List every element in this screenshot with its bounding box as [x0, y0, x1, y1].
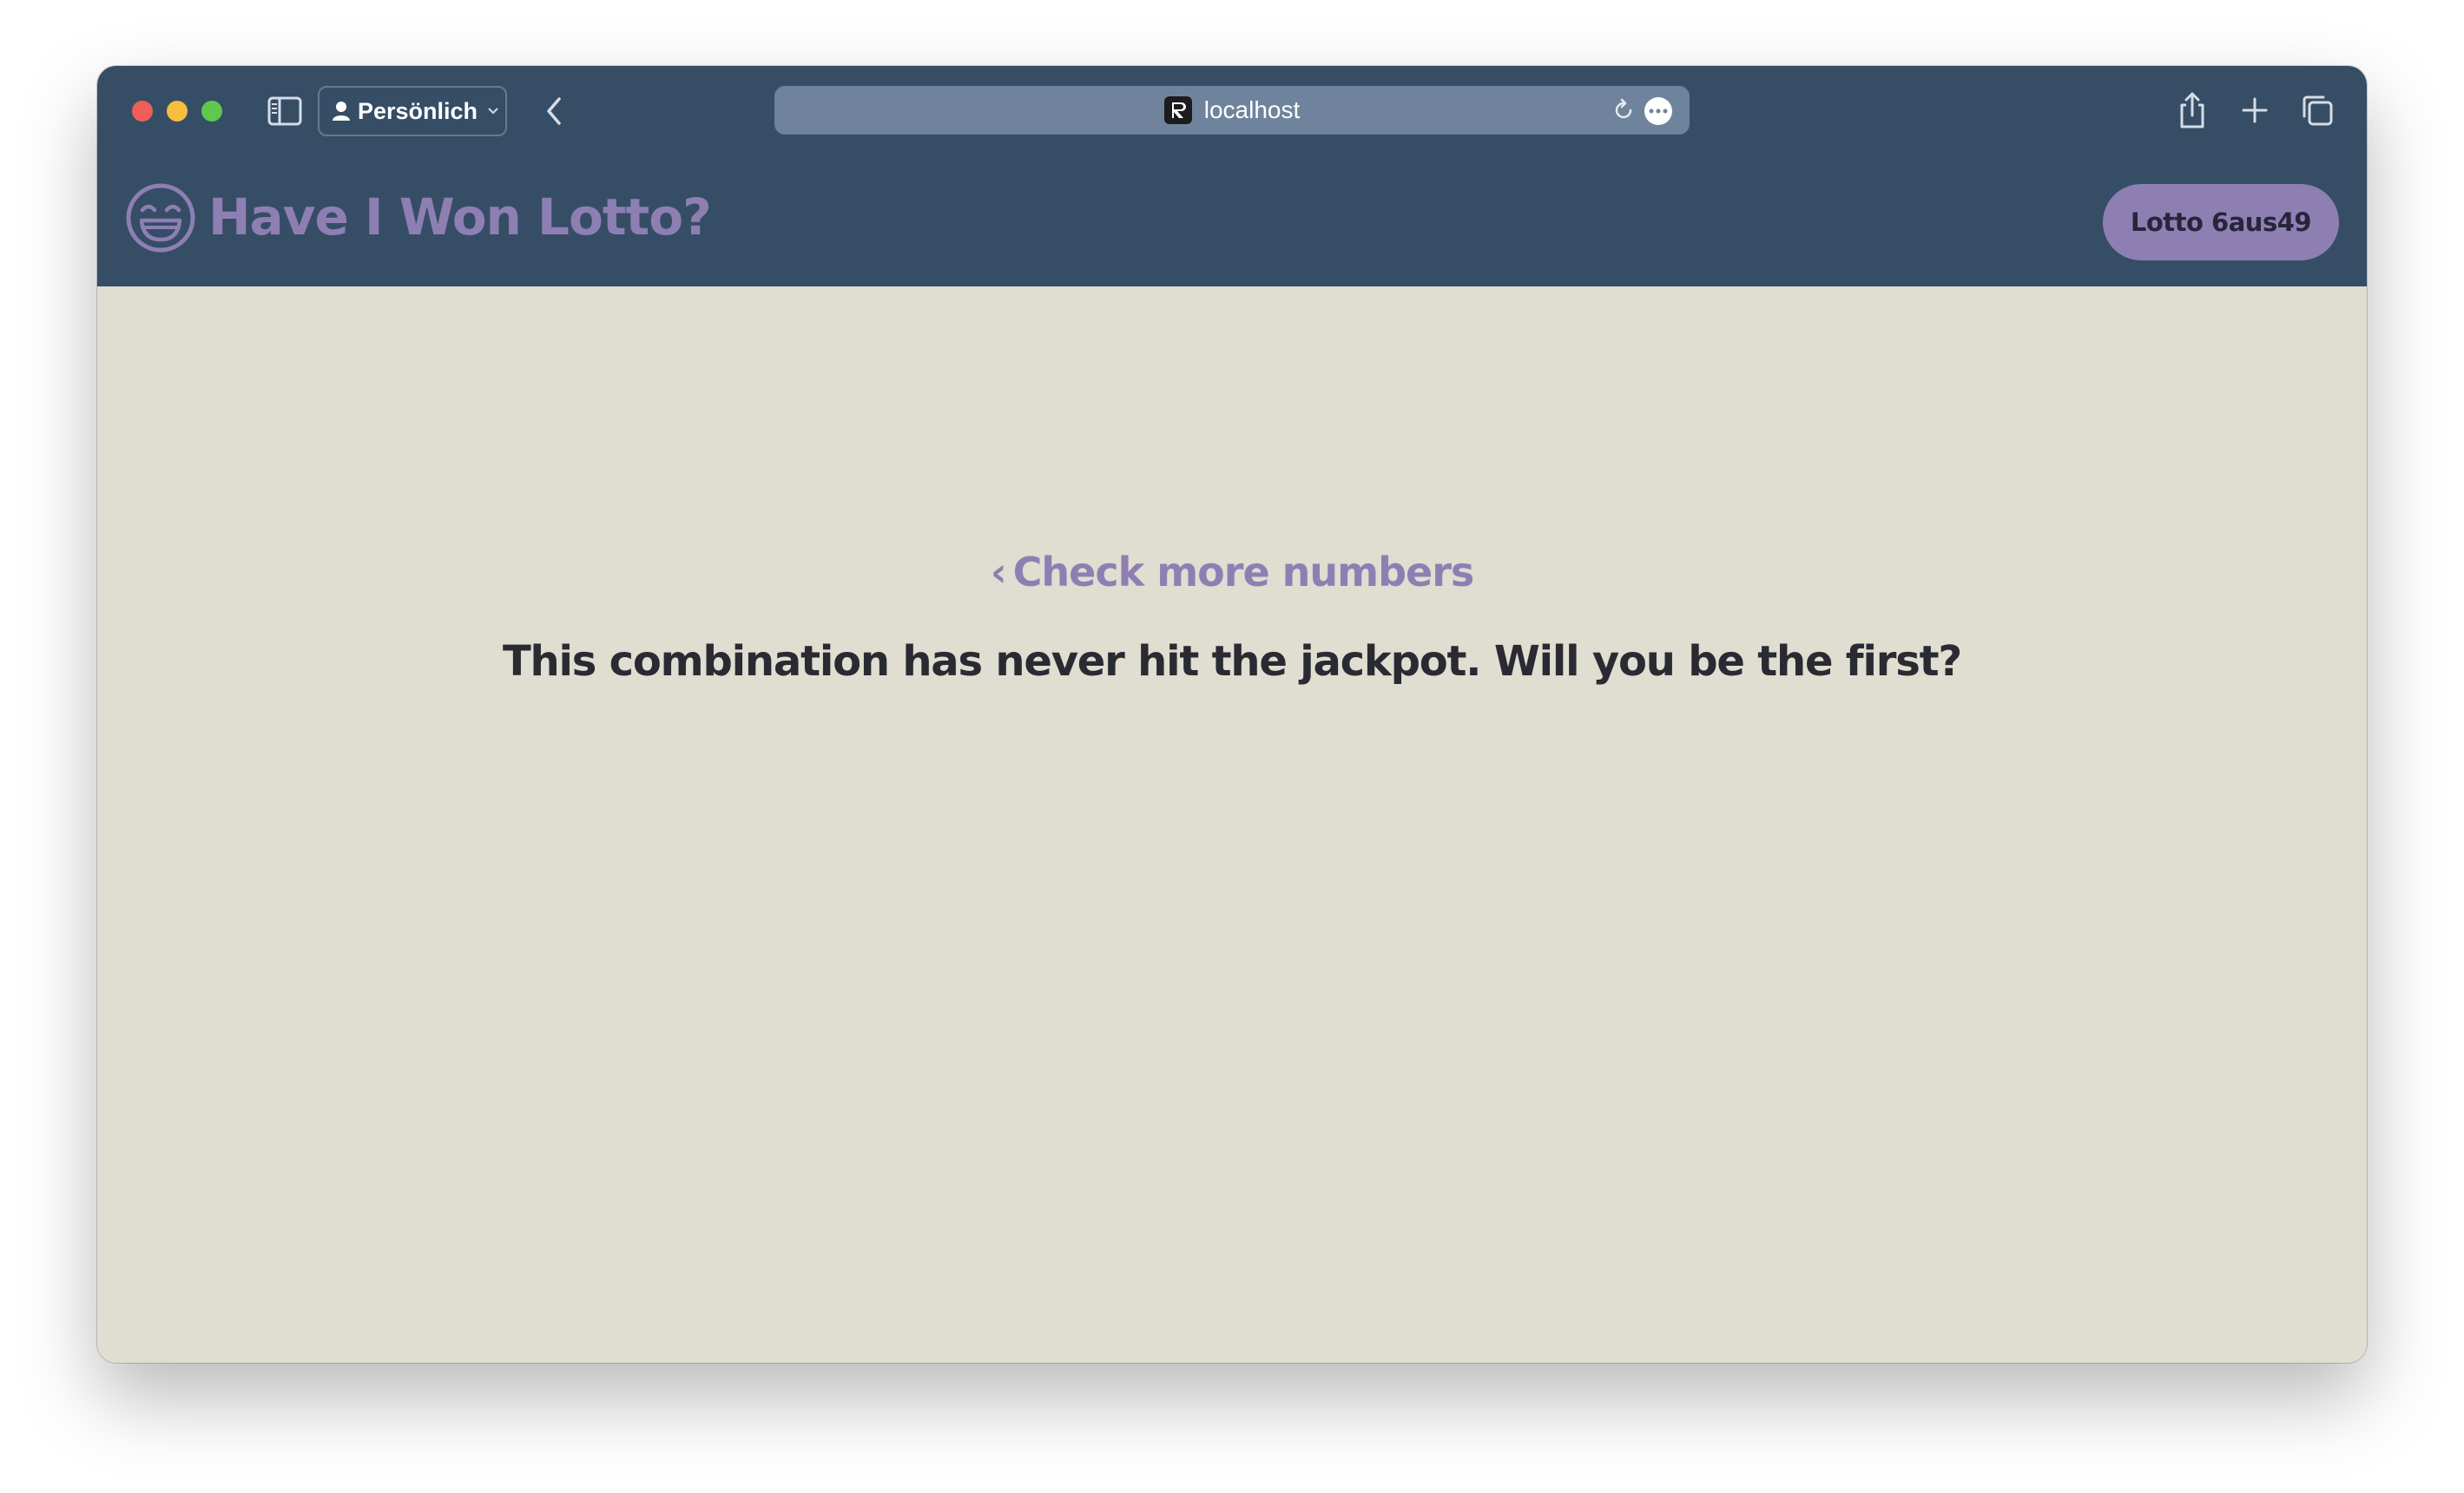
result-message: This combination has never hit the jackp…: [503, 637, 1962, 686]
browser-toolbar: Persönlich localhost Have I Won Lotto? L…: [97, 66, 2367, 286]
check-more-numbers-link[interactable]: ‹ Check more numbers: [97, 549, 2367, 595]
chevron-left-icon: ‹: [990, 549, 1007, 595]
laughing-face-icon: [125, 182, 196, 253]
browser-window: Persönlich localhost Have I Won Lotto? L…: [97, 66, 2367, 1363]
check-more-numbers-label: Check more numbers: [1012, 549, 1475, 595]
close-window-button[interactable]: [132, 101, 153, 122]
profile-label: Persönlich: [358, 97, 478, 124]
share-icon[interactable]: [2172, 89, 2212, 132]
app-title[interactable]: Have I Won Lotto?: [208, 184, 712, 250]
profile-selector[interactable]: Persönlich: [318, 86, 507, 136]
chevron-down-icon: [486, 106, 500, 116]
tab-overview-icon[interactable]: [2297, 90, 2337, 130]
more-options-icon[interactable]: [1644, 97, 1672, 125]
url-text: localhost: [1203, 96, 1301, 123]
address-bar[interactable]: localhost: [774, 86, 1690, 135]
site-favicon-icon: [1163, 96, 1192, 124]
back-icon[interactable]: [537, 94, 571, 128]
person-icon: [332, 101, 351, 122]
reload-icon[interactable]: [1610, 96, 1637, 124]
maximize-window-button[interactable]: [201, 101, 222, 122]
lotto-6aus49-button[interactable]: Lotto 6aus49: [2103, 184, 2339, 260]
plus-icon[interactable]: [2235, 90, 2275, 130]
minimize-window-button[interactable]: [167, 101, 188, 122]
sidebar-toggle-icon[interactable]: [266, 94, 304, 128]
page-content: ‹ Check more numbers This combination has…: [97, 286, 2367, 1363]
